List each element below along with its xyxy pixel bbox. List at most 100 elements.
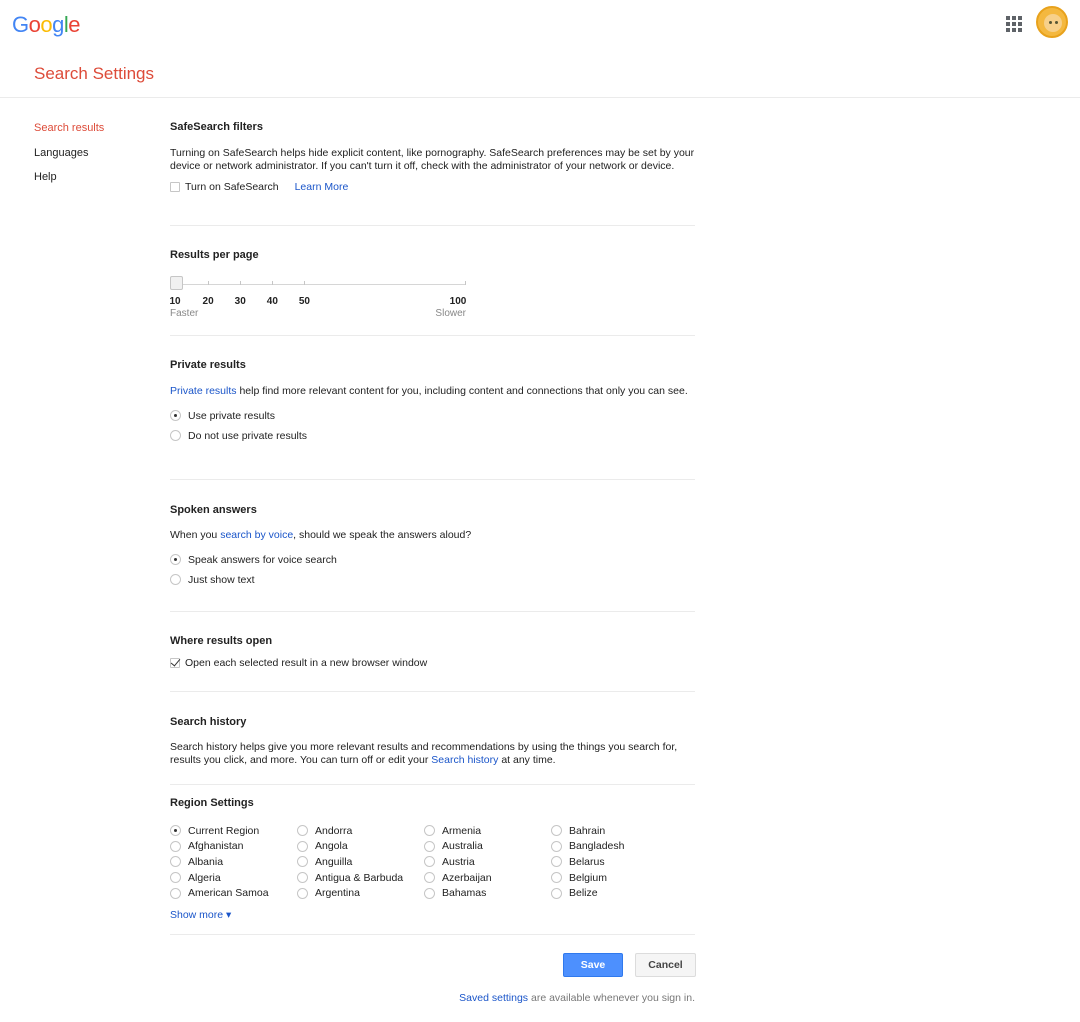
logo-letter: G bbox=[12, 12, 29, 37]
region-option[interactable]: Australia bbox=[424, 839, 551, 855]
region-option[interactable]: Belize bbox=[551, 885, 678, 901]
region-option[interactable]: Bahrain bbox=[551, 823, 678, 839]
region-radio[interactable] bbox=[551, 856, 562, 868]
region-option[interactable]: Albania bbox=[170, 854, 297, 870]
region-label[interactable]: Belgium bbox=[569, 872, 607, 884]
region-label[interactable]: Angola bbox=[315, 840, 348, 852]
apps-grid-icon[interactable] bbox=[1006, 16, 1022, 32]
region-radio[interactable] bbox=[297, 825, 308, 837]
region-option[interactable]: Bahamas bbox=[424, 885, 551, 901]
region-option[interactable]: Current Region bbox=[170, 823, 297, 839]
private-results-option[interactable]: Do not use private results bbox=[170, 426, 695, 446]
region-label[interactable]: Belize bbox=[569, 887, 598, 899]
region-option[interactable]: Belgium bbox=[551, 870, 678, 886]
search-by-voice-link[interactable]: search by voice bbox=[220, 529, 293, 541]
region-radio[interactable] bbox=[551, 840, 562, 852]
region-label[interactable]: Armenia bbox=[442, 825, 481, 837]
region-option[interactable]: Anguilla bbox=[297, 854, 424, 870]
section-title: Private results bbox=[170, 359, 246, 371]
region-label[interactable]: Antigua & Barbuda bbox=[315, 872, 403, 884]
results-per-page-section: Results per page Faster Slower 10 20 30 40 5… bbox=[169, 249, 695, 319]
region-label[interactable]: Current Region bbox=[188, 825, 259, 837]
new-window-label[interactable]: Open each selected result in a new brows… bbox=[185, 657, 427, 669]
radio-button[interactable] bbox=[170, 574, 181, 585]
spoken-answers-options: Speak answers for voice search Just show … bbox=[170, 550, 695, 590]
region-radio[interactable] bbox=[297, 856, 308, 868]
region-radio[interactable] bbox=[551, 825, 562, 837]
region-radio[interactable] bbox=[170, 825, 181, 837]
private-results-link[interactable]: Private results bbox=[170, 385, 237, 397]
region-option[interactable]: Austria bbox=[424, 854, 551, 870]
slider-handle[interactable] bbox=[170, 276, 183, 290]
region-radio[interactable] bbox=[170, 856, 181, 868]
region-label[interactable]: Albania bbox=[188, 856, 223, 868]
cancel-button[interactable]: Cancel bbox=[635, 953, 696, 977]
slider-track[interactable] bbox=[176, 284, 465, 285]
spoken-answers-option-label[interactable]: Speak answers for voice search bbox=[188, 554, 337, 566]
region-radio[interactable] bbox=[424, 825, 435, 837]
region-option[interactable]: Armenia bbox=[424, 823, 551, 839]
region-option[interactable]: Angola bbox=[297, 839, 424, 855]
region-label[interactable]: Anguilla bbox=[315, 856, 352, 868]
search-history-link[interactable]: Search history bbox=[431, 754, 498, 766]
region-option[interactable]: Antigua & Barbuda bbox=[297, 870, 424, 886]
region-option[interactable]: Afghanistan bbox=[170, 839, 297, 855]
private-results-option-label[interactable]: Do not use private results bbox=[188, 430, 307, 442]
region-radio[interactable] bbox=[297, 840, 308, 852]
region-radio[interactable] bbox=[551, 872, 562, 884]
new-window-checkbox[interactable] bbox=[170, 658, 180, 668]
private-results-option[interactable]: Use private results bbox=[170, 406, 695, 426]
user-avatar[interactable] bbox=[1036, 6, 1068, 38]
radio-button[interactable] bbox=[170, 430, 181, 441]
save-button[interactable]: Save bbox=[563, 953, 623, 977]
region-label[interactable]: Belarus bbox=[569, 856, 605, 868]
region-label[interactable]: Afghanistan bbox=[188, 840, 243, 852]
section-title: Where results open bbox=[170, 635, 273, 647]
region-option[interactable]: American Samoa bbox=[170, 885, 297, 901]
google-logo[interactable]: Google bbox=[12, 12, 81, 38]
spoken-answers-option-label[interactable]: Just show text bbox=[188, 574, 255, 586]
results-per-page-slider[interactable]: Faster Slower 10 20 30 40 50 100 bbox=[169, 271, 466, 319]
region-option[interactable]: Argentina bbox=[297, 885, 424, 901]
region-label[interactable]: Australia bbox=[442, 840, 483, 852]
region-label[interactable]: American Samoa bbox=[188, 887, 269, 899]
region-radio[interactable] bbox=[424, 856, 435, 868]
spoken-answers-option[interactable]: Just show text bbox=[170, 570, 695, 590]
region-option[interactable]: Andorra bbox=[297, 823, 424, 839]
region-radio[interactable] bbox=[297, 872, 308, 884]
region-radio[interactable] bbox=[170, 840, 181, 852]
region-option[interactable]: Azerbaijan bbox=[424, 870, 551, 886]
region-radio[interactable] bbox=[424, 840, 435, 852]
region-label[interactable]: Bahamas bbox=[442, 887, 486, 899]
region-label[interactable]: Bangladesh bbox=[569, 840, 624, 852]
region-option[interactable]: Bangladesh bbox=[551, 839, 678, 855]
sidebar-item-languages[interactable]: Languages bbox=[34, 146, 104, 171]
region-radio[interactable] bbox=[170, 872, 181, 884]
region-label[interactable]: Azerbaijan bbox=[442, 872, 492, 884]
history-text-1: Search history helps give you more relev… bbox=[170, 741, 678, 766]
region-label[interactable]: Andorra bbox=[315, 825, 352, 837]
safesearch-label[interactable]: Turn on SafeSearch bbox=[185, 181, 279, 193]
region-label[interactable]: Algeria bbox=[188, 872, 221, 884]
region-list: Current Region Andorra Armenia Bahrain Afgha… bbox=[170, 823, 695, 901]
region-option[interactable]: Algeria bbox=[170, 870, 297, 886]
region-option[interactable]: Belarus bbox=[551, 854, 678, 870]
region-radio[interactable] bbox=[424, 872, 435, 884]
learn-more-link[interactable]: Learn More bbox=[295, 181, 349, 193]
region-radio[interactable] bbox=[424, 887, 435, 899]
region-label[interactable]: Argentina bbox=[315, 887, 360, 899]
radio-button[interactable] bbox=[170, 554, 181, 565]
radio-button[interactable] bbox=[170, 410, 181, 421]
spoken-answers-option[interactable]: Speak answers for voice search bbox=[170, 550, 695, 570]
region-label[interactable]: Bahrain bbox=[569, 825, 605, 837]
region-radio[interactable] bbox=[551, 887, 562, 899]
region-label[interactable]: Austria bbox=[442, 856, 475, 868]
private-results-option-label[interactable]: Use private results bbox=[188, 410, 275, 422]
region-radio[interactable] bbox=[297, 887, 308, 899]
saved-settings-link[interactable]: Saved settings bbox=[459, 992, 528, 1004]
region-radio[interactable] bbox=[170, 887, 181, 899]
safesearch-checkbox[interactable] bbox=[170, 182, 180, 192]
sidebar-item-search-results[interactable]: Search results bbox=[34, 121, 104, 146]
sidebar-item-help[interactable]: Help bbox=[34, 170, 104, 195]
show-more-link[interactable]: Show more ▾ bbox=[170, 909, 231, 921]
